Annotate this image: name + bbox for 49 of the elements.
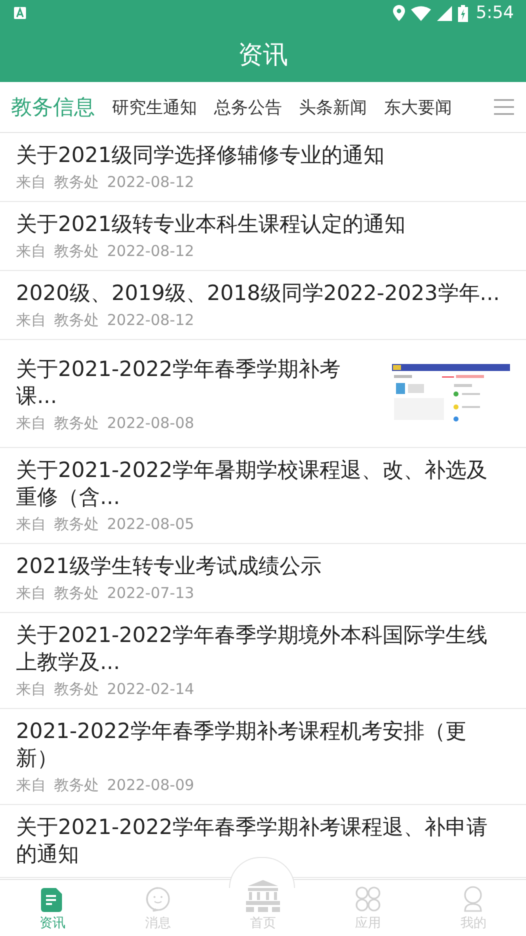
news-date: 2022-08-05 xyxy=(107,515,194,534)
news-source: 教务处 xyxy=(54,242,99,261)
source-label: 来自 xyxy=(16,311,46,330)
news-source: 教务处 xyxy=(54,680,99,699)
clock-time: 5:54 xyxy=(476,3,514,23)
news-title[interactable]: 关于2021级同学选择修辅修专业的通知 xyxy=(16,142,502,169)
news-source: 教务处 xyxy=(54,414,99,433)
notification-icon xyxy=(14,7,26,19)
news-title[interactable]: 2021-2022学年春季学期补考课程机考安排（更新） xyxy=(16,718,502,772)
news-title[interactable]: 关于2021-2022学年春季学期境外本科国际学生线上教学及... xyxy=(16,622,502,676)
source-label: 来自 xyxy=(16,515,46,534)
category-tab[interactable]: 研究生通知 xyxy=(112,96,197,118)
source-label: 来自 xyxy=(16,680,46,699)
category-tab[interactable]: 东大要闻 xyxy=(384,96,452,118)
source-label: 来自 xyxy=(16,776,46,795)
screen-title: 资讯 xyxy=(238,38,288,70)
news-source: 教务处 xyxy=(54,515,99,534)
wifi-icon xyxy=(410,6,431,20)
news-date: 2022-08-12 xyxy=(107,242,194,261)
news-title[interactable]: 2021级学生转专业考试成绩公示 xyxy=(16,553,502,580)
source-label: 来自 xyxy=(16,242,46,261)
building-icon xyxy=(246,878,280,912)
document-icon xyxy=(40,888,65,912)
news-date: 2022-02-14 xyxy=(107,680,194,699)
news-source: 教务处 xyxy=(54,311,99,330)
news-source: 教务处 xyxy=(54,584,99,603)
location-icon xyxy=(392,5,405,21)
signal-icon xyxy=(436,6,452,20)
news-title[interactable]: 关于2021级转专业本科生课程认定的通知 xyxy=(16,211,502,238)
news-date: 2022-08-08 xyxy=(107,414,194,433)
menu-icon[interactable] xyxy=(494,99,514,115)
news-title[interactable]: 关于2021-2022学年暑期学校课程退、改、补选及重修（含... xyxy=(16,457,502,511)
category-tab[interactable]: 头条新闻 xyxy=(299,96,367,118)
news-date: 2022-07-13 xyxy=(107,584,194,603)
news-date: 2022-08-12 xyxy=(107,311,194,330)
news-source: 教务处 xyxy=(54,776,99,795)
source-label: 来自 xyxy=(16,584,46,603)
news-title[interactable]: 关于2021-2022学年春季学期补考课... xyxy=(16,356,366,410)
apps-icon xyxy=(355,886,382,912)
news-title[interactable]: 关于2021-2022学年春季学期补考课程退、补申请的通知 xyxy=(16,814,502,868)
category-tab[interactable]: 总务公告 xyxy=(214,96,282,118)
news-title[interactable]: 2020级、2019级、2018级同学2022-2023学年... xyxy=(16,280,502,307)
source-label: 来自 xyxy=(16,173,46,192)
battery-icon xyxy=(458,4,468,22)
news-source: 教务处 xyxy=(54,173,99,192)
news-date: 2022-08-09 xyxy=(107,776,194,795)
news-date: 2022-08-12 xyxy=(107,173,194,192)
source-label: 来自 xyxy=(16,414,46,433)
chat-icon xyxy=(144,886,171,912)
